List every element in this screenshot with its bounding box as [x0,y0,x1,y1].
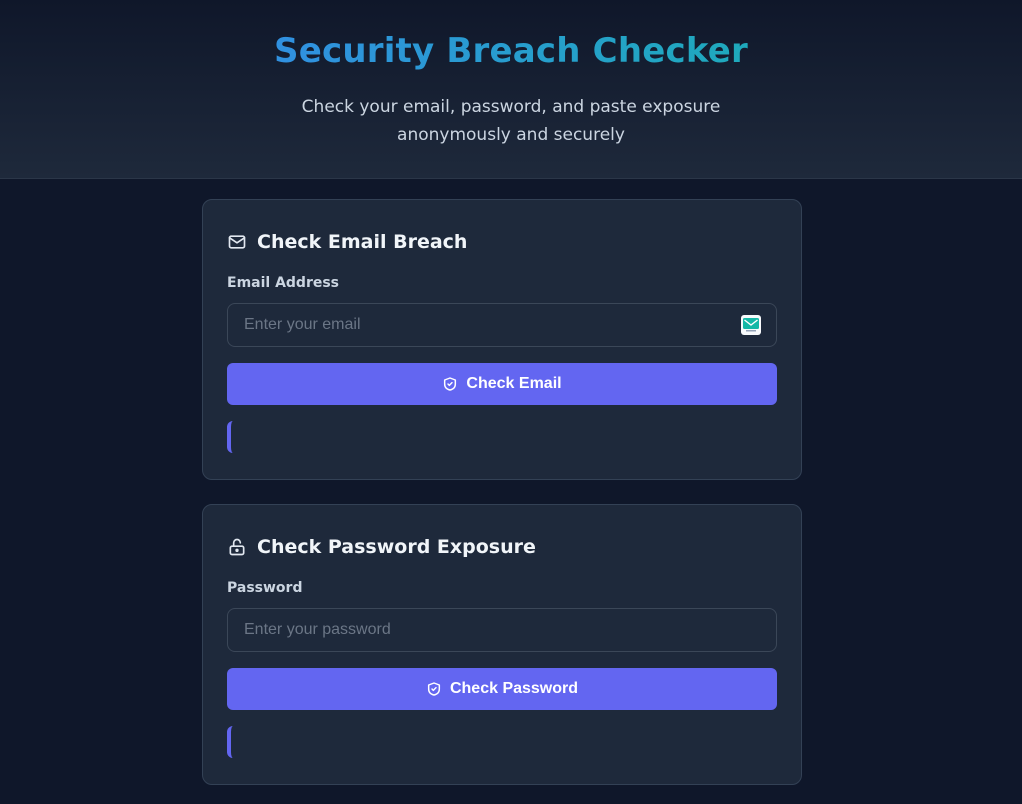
page-subtitle: Check your email, password, and paste ex… [301,97,721,145]
page-header: Security Breach Checker Check your email… [0,0,1022,179]
password-exposure-card: Check Password Exposure Password Check P… [202,504,802,785]
page-title: Security Breach Checker [0,31,1022,71]
check-password-label: Check Password [449,680,579,697]
password-card-title: Check Password Exposure [257,536,536,558]
email-input-wrapper [227,303,777,347]
password-card-heading: Check Password Exposure [227,534,777,560]
password-input[interactable] [227,608,777,652]
email-result-panel [227,421,777,453]
password-field-label: Password [227,580,303,596]
envelope-icon [227,232,247,252]
email-card-heading: Check Email Breach [227,229,777,255]
check-email-button[interactable]: Check Email [227,363,777,405]
check-email-label: Check Email [466,375,562,392]
password-result-panel [227,726,777,758]
password-input-wrapper [227,608,777,652]
check-password-button[interactable]: Check Password [227,668,777,710]
shield-check-icon [442,376,458,392]
email-card-title: Check Email Breach [257,231,468,253]
email-autofill-icon[interactable] [741,315,761,335]
shield-check-icon [426,681,442,697]
email-breach-card: Check Email Breach Email Address Check E… [202,199,802,480]
email-field-label: Email Address [227,275,340,291]
lock-icon [227,537,247,557]
email-input[interactable] [227,303,777,347]
